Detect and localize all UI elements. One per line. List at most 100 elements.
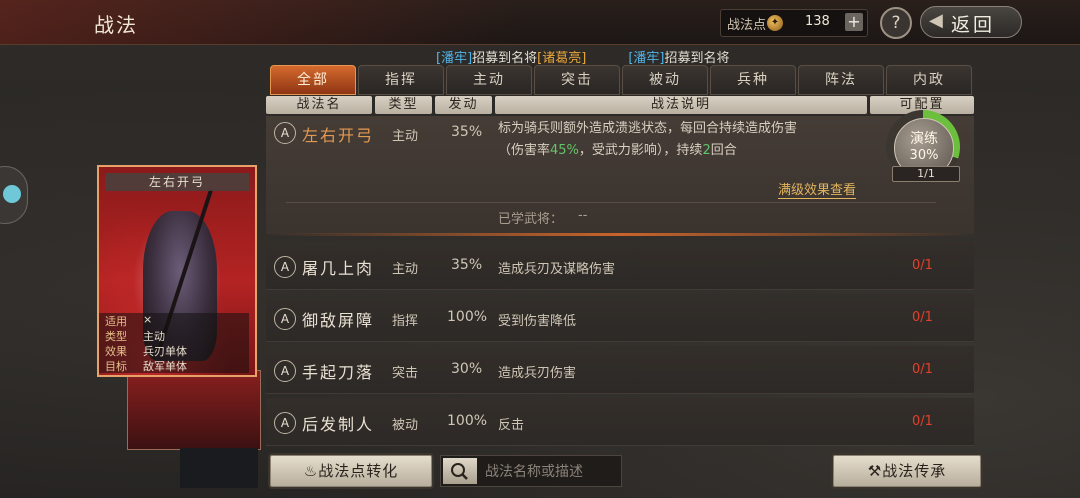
description-line: （伤害率45%，受武力影响），持续2回合: [498, 140, 878, 162]
skill-desc: 造成兵刃及谋略伤害: [498, 262, 616, 277]
learned-generals-value: --: [578, 208, 588, 223]
card-stack-behind: [127, 370, 261, 450]
skill-table: A 左右开弓 主动 35% 标为骑兵则额外造成溃逃状态，每回合持续造成伤害 （伤…: [266, 110, 974, 446]
skill-desc: 受到伤害降低: [498, 314, 577, 329]
grade-icon: A: [274, 122, 296, 144]
skill-row[interactable]: A 手起刀落 突击 30% 造成兵刃伤害 0/1: [266, 346, 974, 394]
row-divider: [266, 445, 974, 446]
tab-active[interactable]: 主动: [446, 65, 532, 95]
row-divider: [266, 393, 974, 394]
description-text: ，受武力影响），持续: [578, 143, 703, 158]
description-text: （伤害率: [498, 143, 551, 158]
skill-row[interactable]: A 屠几上肉 主动 35% 造成兵刃及谋略伤害 0/1: [266, 242, 974, 290]
selection-separator: [266, 233, 974, 236]
skill-desc: 造成兵刃伤害: [498, 366, 577, 381]
skill-rate: 100%: [447, 309, 488, 325]
skill-name: 手起刀落: [302, 363, 375, 382]
row-divider: [266, 341, 974, 342]
grade-icon: A: [274, 412, 296, 434]
description-text: 回合: [710, 143, 737, 158]
column-header-type: 类型: [375, 96, 432, 114]
ticker-segment: 招募到名将: [664, 51, 730, 65]
skill-row[interactable]: A 后发制人 被动 100% 反击 0/1: [266, 398, 974, 446]
tab-assault[interactable]: 突击: [534, 65, 620, 95]
skill-count: 0/1: [912, 310, 933, 325]
skill-desc: 反击: [498, 418, 525, 433]
max-level-effect-link[interactable]: 满级效果查看: [778, 179, 857, 199]
tab-troop[interactable]: 兵种: [710, 65, 796, 95]
card-info-value: 兵刃单体: [143, 345, 187, 358]
add-points-button[interactable]: +: [845, 13, 863, 31]
skill-type: 主动: [392, 129, 419, 144]
skill-rate: 35%: [451, 124, 483, 140]
inherit-skill-label: 战法传承: [882, 462, 947, 480]
search-input[interactable]: [483, 456, 621, 488]
tab-passive[interactable]: 被动: [622, 65, 708, 95]
page-title: 战法: [94, 13, 138, 37]
top-bar-glow: [0, 0, 520, 44]
description-line: 标为骑兵则额外造成溃逃状态，每回合持续造成伤害: [498, 121, 798, 136]
grade-icon: A: [274, 308, 296, 330]
learned-generals-label: 已学武将：: [498, 212, 564, 227]
card-info-key: 适用: [105, 315, 127, 328]
announcement-ticker: [潘牢]招募到名将[诸葛亮] [潘牢]招募到名将: [436, 47, 776, 65]
convert-points-label: 战法点转化: [318, 462, 399, 480]
skill-type: 主动: [392, 262, 419, 277]
ticker-segment: 招募到名将: [472, 51, 538, 65]
tab-domestic[interactable]: 内政: [886, 65, 972, 95]
column-header-desc: 战法说明: [495, 96, 867, 114]
skill-points-value: 138: [805, 14, 830, 29]
help-button[interactable]: ?: [880, 7, 912, 39]
search-icon: [451, 463, 468, 480]
skill-points-display: 战法点 ✦ 138 +: [720, 9, 868, 37]
train-count: 1/1: [892, 166, 960, 182]
row-divider: [266, 289, 974, 290]
skill-points-icon: ✦: [767, 15, 783, 31]
skill-points-label: 战法点: [727, 18, 767, 33]
convert-points-button[interactable]: ♨战法点转化: [270, 455, 432, 487]
troop-type-icon: ⨯: [143, 313, 153, 326]
column-header-name: 战法名: [266, 96, 372, 114]
column-header-rate: 发动: [435, 96, 492, 114]
tab-formation[interactable]: 阵法: [798, 65, 884, 95]
tab-all[interactable]: 全部: [270, 65, 356, 95]
skill-count: 0/1: [912, 414, 933, 429]
grade-icon: A: [274, 360, 296, 382]
card-info-key: 目标: [105, 360, 127, 373]
card-stack-bottom: [180, 448, 258, 488]
tab-command[interactable]: 指挥: [358, 65, 444, 95]
inherit-skill-button[interactable]: ⚒战法传承: [833, 455, 981, 487]
skill-description: 标为骑兵则额外造成溃逃状态，每回合持续造成伤害 （伤害率45%，受武力影响），持…: [498, 118, 878, 162]
back-button[interactable]: ◀ 返回: [920, 6, 1022, 38]
flame-icon: ♨: [303, 462, 319, 480]
skill-name: 屠几上肉: [302, 259, 375, 278]
skill-type: 指挥: [392, 314, 419, 329]
search-box: [440, 455, 622, 488]
top-bar: 战法 战法点 ✦ 138 + ? ◀ 返回: [0, 0, 1080, 45]
card-info-key: 类型: [105, 330, 127, 343]
card-info-key: 效果: [105, 345, 127, 358]
ticker-segment: [潘牢]: [436, 51, 473, 65]
skill-rate: 35%: [451, 257, 483, 273]
skill-rate: 100%: [447, 413, 488, 429]
damage-rate-value: 45%: [550, 143, 579, 158]
skill-count: 0/1: [912, 362, 933, 377]
skill-row[interactable]: A 御敌屏障 指挥 100% 受到伤害降低 0/1: [266, 294, 974, 342]
card-info: 适用 ⨯ 类型 主动 效果 兵刃单体 目标 敌军单体: [99, 313, 249, 373]
back-arrow-icon: ◀: [929, 10, 943, 31]
train-label: 演练: [910, 131, 938, 147]
mascot-icon: [3, 185, 21, 203]
card-info-value: 敌军单体: [143, 360, 187, 373]
skill-name: 左右开弓: [302, 126, 375, 145]
selected-skill-row[interactable]: A 左右开弓 主动 35% 标为骑兵则额外造成溃逃状态，每回合持续造成伤害 （伤…: [266, 110, 974, 234]
hammer-icon: ⚒: [867, 462, 883, 480]
card-info-value: 主动: [143, 330, 165, 343]
skill-name: 御敌屏障: [302, 311, 375, 330]
category-tabs: 全部 指挥 主动 突击 被动 兵种 阵法 内政: [270, 65, 972, 95]
grade-icon: A: [274, 256, 296, 278]
duration-value: 2: [702, 143, 711, 158]
skill-name: 后发制人: [302, 415, 375, 434]
ticker-segment: [诸葛亮]: [537, 51, 587, 65]
skill-card[interactable]: 左右开弓 适用 ⨯ 类型 主动 效果 兵刃单体 目标 敌军单体: [97, 165, 257, 377]
search-button[interactable]: [443, 458, 477, 484]
